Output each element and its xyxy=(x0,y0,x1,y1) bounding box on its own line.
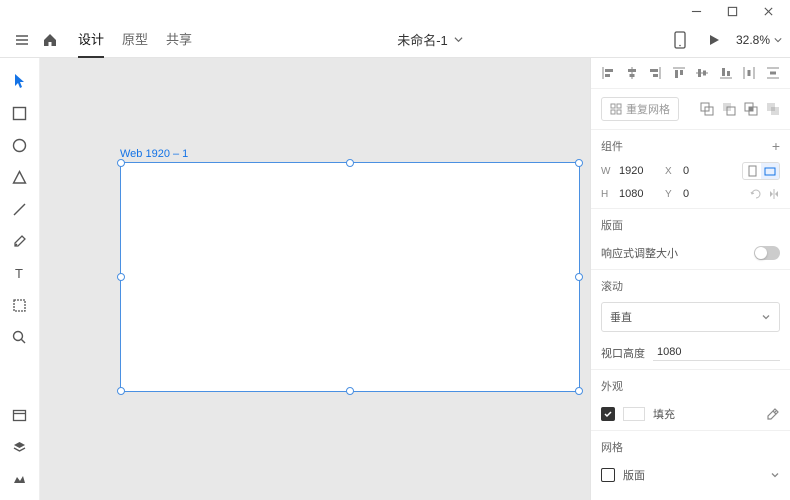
zoom-tool[interactable] xyxy=(4,322,36,352)
device-preview-icon[interactable] xyxy=(668,28,692,52)
scrolling-select[interactable]: 垂直 xyxy=(601,302,780,332)
rotate-icon[interactable] xyxy=(750,188,762,200)
boolean-subtract-icon[interactable] xyxy=(722,102,736,116)
fill-checkbox[interactable] xyxy=(601,407,615,421)
fill-color-swatch[interactable] xyxy=(623,407,645,421)
window-minimize-button[interactable] xyxy=(678,0,714,22)
top-menu-bar: 设计 原型 共享 未命名-1 32.8% xyxy=(0,22,790,58)
zoom-control[interactable]: 32.8% xyxy=(736,33,782,47)
y-input[interactable]: 0 xyxy=(683,188,721,200)
selection-handle[interactable] xyxy=(117,273,125,281)
hamburger-menu-icon[interactable] xyxy=(8,26,36,54)
align-center-h-icon[interactable] xyxy=(625,66,639,80)
tab-share[interactable]: 共享 xyxy=(166,21,192,58)
flip-icon[interactable] xyxy=(768,188,780,200)
tab-prototype[interactable]: 原型 xyxy=(122,21,148,58)
rectangle-tool[interactable] xyxy=(4,98,36,128)
repeat-grid-icon xyxy=(610,103,622,115)
add-component-icon[interactable]: + xyxy=(772,138,780,154)
chevron-down-icon xyxy=(454,35,463,44)
chevron-down-icon xyxy=(770,470,780,480)
select-tool[interactable] xyxy=(4,66,36,96)
y-label: Y xyxy=(665,189,675,200)
selection-handle[interactable] xyxy=(346,387,354,395)
grid-checkbox[interactable] xyxy=(601,468,615,482)
chevron-down-icon xyxy=(774,36,782,44)
polygon-tool[interactable] xyxy=(4,162,36,192)
align-right-icon[interactable] xyxy=(648,66,662,80)
boolean-intersect-icon[interactable] xyxy=(744,102,758,116)
mode-tabs: 设计 原型 共享 xyxy=(78,21,192,58)
layers-panel-icon[interactable] xyxy=(4,432,36,462)
landscape-icon[interactable] xyxy=(761,163,779,179)
selection-handle[interactable] xyxy=(117,159,125,167)
height-label: H xyxy=(601,189,611,200)
appearance-section-header: 外观 xyxy=(591,370,790,398)
x-label: X xyxy=(665,166,675,177)
grid-section-header: 网格 xyxy=(591,431,790,459)
viewport-height-label: 视口高度 xyxy=(601,345,645,361)
home-icon[interactable] xyxy=(36,26,64,54)
artboard[interactable] xyxy=(120,162,580,392)
align-controls xyxy=(591,58,790,89)
selection-handle[interactable] xyxy=(575,273,583,281)
responsive-section-header: 版面 xyxy=(591,209,790,237)
text-tool[interactable]: T xyxy=(4,258,36,288)
viewport-height-input[interactable]: 1080 xyxy=(653,344,780,361)
window-titlebar xyxy=(0,0,790,22)
artboard-tool[interactable] xyxy=(4,290,36,320)
artboard-label[interactable]: Web 1920 – 1 xyxy=(120,148,188,160)
scrolling-value: 垂直 xyxy=(610,309,632,325)
responsive-resize-toggle[interactable] xyxy=(754,246,780,260)
orientation-toggle[interactable] xyxy=(742,162,780,180)
tools-sidebar: T xyxy=(0,58,40,500)
boolean-exclude-icon[interactable] xyxy=(766,102,780,116)
components-section-header: 组件 + xyxy=(591,130,790,158)
width-input[interactable]: 1920 xyxy=(619,165,657,177)
selection-handle[interactable] xyxy=(346,159,354,167)
distribute-h-icon[interactable] xyxy=(742,66,756,80)
zoom-value: 32.8% xyxy=(736,33,770,47)
preview-play-icon[interactable] xyxy=(702,28,726,52)
line-tool[interactable] xyxy=(4,194,36,224)
assets-panel-icon[interactable] xyxy=(4,400,36,430)
canvas[interactable]: Web 1920 – 1 xyxy=(40,58,590,500)
selection-handle[interactable] xyxy=(575,159,583,167)
selection-handle[interactable] xyxy=(575,387,583,395)
align-middle-icon[interactable] xyxy=(695,66,709,80)
align-top-icon[interactable] xyxy=(672,66,686,80)
grid-value: 版面 xyxy=(623,467,645,483)
window-close-button[interactable] xyxy=(750,0,786,22)
height-input[interactable]: 1080 xyxy=(619,188,657,200)
eyedropper-icon[interactable] xyxy=(766,407,780,421)
fill-label: 填充 xyxy=(653,406,675,422)
document-title[interactable]: 未命名-1 xyxy=(192,30,668,49)
portrait-icon[interactable] xyxy=(743,163,761,179)
components-label: 组件 xyxy=(601,138,623,154)
boolean-add-icon[interactable] xyxy=(700,102,714,116)
scrolling-section-header: 滚动 xyxy=(591,270,790,298)
x-input[interactable]: 0 xyxy=(683,165,721,177)
align-bottom-icon[interactable] xyxy=(719,66,733,80)
distribute-v-icon[interactable] xyxy=(766,66,780,80)
pen-tool[interactable] xyxy=(4,226,36,256)
width-label: W xyxy=(601,166,611,177)
properties-panel: 重复网格 组件 + W 1920 X 0 H 1080 xyxy=(590,58,790,500)
tab-design[interactable]: 设计 xyxy=(78,21,104,58)
selection-handle[interactable] xyxy=(117,387,125,395)
responsive-resize-label: 响应式调整大小 xyxy=(601,245,678,261)
plugins-panel-icon[interactable] xyxy=(4,464,36,494)
repeat-grid-button[interactable]: 重复网格 xyxy=(601,97,679,121)
svg-text:T: T xyxy=(15,266,23,281)
repeat-grid-label: 重复网格 xyxy=(626,101,670,117)
window-maximize-button[interactable] xyxy=(714,0,750,22)
align-left-icon[interactable] xyxy=(601,66,615,80)
document-title-text: 未命名-1 xyxy=(397,30,448,49)
ellipse-tool[interactable] xyxy=(4,130,36,160)
chevron-down-icon xyxy=(761,312,771,322)
